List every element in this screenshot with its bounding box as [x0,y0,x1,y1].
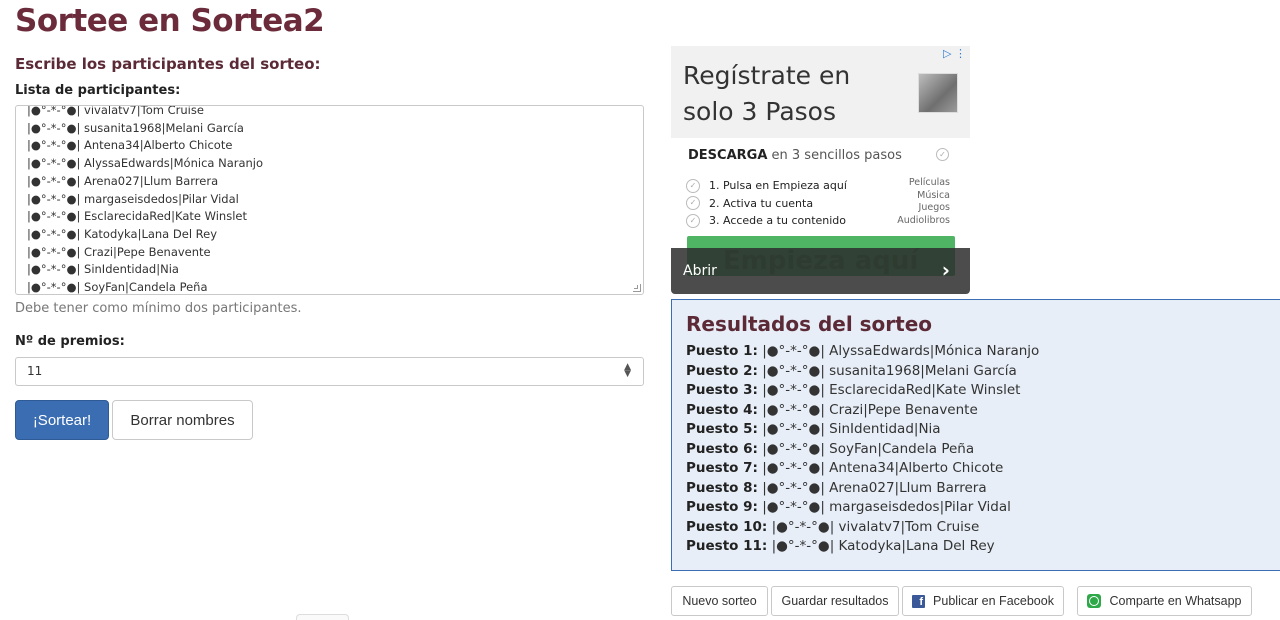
select-arrows-icon: ▲ ▼ [624,362,631,379]
result-position: Puesto 4: [686,401,758,418]
participant-line: |●°-*-°●| Crazi|Pepe Benavente [27,244,211,259]
participant-line: |●°-*-°●| SoyFan|Candela Peña [27,280,208,295]
resize-handle-icon[interactable] [633,284,641,292]
participant-line: |●°-*-°●| Antena34|Alberto Chicote [27,138,233,153]
result-item: Puesto 7: |●°-*-°●| Antena34|Alberto Chi… [686,459,1039,479]
result-name: |●°-*-°●| AlyssaEdwards|Mónica Naranjo [757,343,1040,359]
result-position: Puesto 1: [686,343,758,359]
draw-button[interactable]: ¡Sortear! [15,400,109,440]
result-name: |●°-*-°●| EsclarecidaRed|Kate Winslet [757,382,1021,398]
result-item: Puesto 11: |●°-*-°●| Katodyka|Lana Del R… [686,537,1039,557]
ad-header: Regístrate en solo 3 Pasos ▷ ⋮ [671,46,970,138]
section-heading: Escribe los participantes del sorteo: [15,55,321,73]
ad-steps: ✓ 1. Pulsa en Empieza aquí ✓ 2. Activa tu c… [686,177,847,230]
check-circle-icon: ✓ [686,178,700,193]
scroll-tab[interactable] [296,614,349,620]
ad-step-label: 2. Activa tu cuenta [709,196,814,210]
check-circle-icon: ✓ [686,213,700,228]
participant-line: |●°-*-°●| vivalatv7|Tom Cruise [27,105,204,117]
ad-categories: Películas Música Juegos Audiolibros [897,177,950,227]
results-panel: Resultados del sorteo Puesto 1: |●°-*-°●… [671,299,1280,571]
ad-choices-icon[interactable]: ▷ ⋮ [943,47,966,60]
result-position: Puesto 10: [686,518,768,535]
result-name: |●°-*-°●| Katodyka|Lana Del Rey [767,538,995,554]
ad-step: ✓ 2. Activa tu cuenta [686,195,847,213]
result-name: |●°-*-°●| Crazi|Pepe Benavente [757,401,978,418]
participant-line: |●°-*-°●| margaseisdedos|Pilar Vidal [27,191,239,206]
ad-category: Películas [908,177,950,188]
result-item: Puesto 8: |●°-*-°●| Arena027|Llum Barrer… [686,479,1039,499]
result-name: |●°-*-°●| margaseisdedos|Pilar Vidal [757,499,1011,515]
participants-label: Lista de participantes: [15,83,181,98]
ad-step-label: 3. Accede a tu contenido [709,214,847,228]
ad-thumbnail [918,73,958,113]
ad-open-label: Abrir [683,263,717,279]
ad-headline: Regístrate en solo 3 Pasos [683,61,851,126]
facebook-icon: f [912,594,926,608]
participants-textarea[interactable]: |●°-*-°●| vivalatv7|Tom Cruise |●°-*-°●| … [15,105,644,295]
whatsapp-icon [1087,594,1102,608]
result-position: Puesto 2: [686,362,758,379]
ad-step-label: 1. Pulsa en Empieza aquí [709,179,847,193]
share-whatsapp-button[interactable]: Comparte en Whatsapp [1077,586,1252,616]
result-item: Puesto 4: |●°-*-°●| Crazi|Pepe Benavente [686,401,1039,421]
ad-category: Música [917,189,950,201]
result-item: Puesto 10: |●°-*-°●| vivalatv7|Tom Cruis… [686,518,1039,538]
ad-subhead-rest: en 3 sencillos pasos [767,148,902,163]
result-item: Puesto 2: |●°-*-°●| susanita1968|Melani … [686,362,1039,382]
advertisement[interactable]: Regístrate en solo 3 Pasos ▷ ⋮ DESCARGA … [671,46,970,294]
result-position: Puesto 7: [686,460,758,476]
result-item: Puesto 1: |●°-*-°●| AlyssaEdwards|Mónica… [686,342,1039,362]
check-circle-icon: ✓ [686,196,700,211]
participant-line: |●°-*-°●| Katodyka|Lana Del Rey [27,226,218,241]
share-facebook-label: Publicar en Facebook [933,594,1054,608]
results-title: Resultados del sorteo [686,312,933,336]
result-item: Puesto 5: |●°-*-°●| SinIdentidad|Nia [686,420,1039,440]
result-position: Puesto 11: [686,538,768,554]
result-name: |●°-*-°●| Arena027|Llum Barrera [757,479,987,496]
result-name: |●°-*-°●| Antena34|Alberto Chicote [757,460,1004,476]
participant-line: |●°-*-°●| AlyssaEdwards|Mónica Naranjo [27,156,264,171]
result-name: |●°-*-°●| SinIdentidad|Nia [757,421,941,437]
participants-list: |●°-*-°●| vivalatv7|Tom Cruise |●°-*-°●| … [27,105,264,295]
participant-line: |●°-*-°●| EsclarecidaRed|Kate Winslet [27,209,247,224]
ad-subhead-bold: DESCARGA [688,148,768,163]
ad-step: ✓ 1. Pulsa en Empieza aquí [686,177,847,195]
ad-open-bar[interactable]: Abrir › [671,248,970,294]
help-text: Debe tener como mínimo dos participantes… [15,301,302,316]
check-circle-icon: ✓ [936,148,949,161]
results-list: Puesto 1: |●°-*-°●| AlyssaEdwards|Mónica… [686,342,1039,557]
result-name: |●°-*-°●| vivalatv7|Tom Cruise [767,518,980,535]
result-name: |●°-*-°●| SoyFan|Candela Peña [757,440,975,457]
result-item: Puesto 3: |●°-*-°●| EsclarecidaRed|Kate … [686,381,1039,401]
clear-names-button[interactable]: Borrar nombres [112,400,253,440]
participant-line: |●°-*-°●| SinIdentidad|Nia [27,262,179,277]
result-position: Puesto 3: [686,382,758,398]
chevron-right-icon: › [941,258,950,282]
ad-step: ✓ 3. Accede a tu contenido [686,212,847,230]
prizes-value: 11 [27,364,43,378]
prizes-label: Nº de premios: [15,334,125,349]
page-title: Sortee en Sortea2 [15,3,325,39]
participant-line: |●°-*-°●| Arena027|Llum Barrera [27,173,219,188]
ad-category: Juegos [918,202,950,214]
result-position: Puesto 9: [686,499,758,515]
share-facebook-button[interactable]: f Publicar en Facebook [902,586,1064,616]
save-results-button[interactable]: Guardar resultados [771,586,899,616]
result-position: Puesto 8: [686,479,758,496]
result-position: Puesto 6: [686,440,758,457]
new-draw-button[interactable]: Nuevo sorteo [671,586,768,616]
ad-category: Audiolibros [897,214,950,226]
result-position: Puesto 5: [686,421,758,437]
share-whatsapp-label: Comparte en Whatsapp [1109,594,1242,608]
result-name: |●°-*-°●| susanita1968|Melani García [757,362,1017,379]
prizes-select[interactable]: 11 ▲ ▼ [15,357,644,386]
result-item: Puesto 9: |●°-*-°●| margaseisdedos|Pilar… [686,498,1039,518]
result-item: Puesto 6: |●°-*-°●| SoyFan|Candela Peña [686,440,1039,460]
participant-line: |●°-*-°●| susanita1968|Melani García [27,120,244,135]
ad-subhead: DESCARGA en 3 sencillos pasos [688,148,902,163]
